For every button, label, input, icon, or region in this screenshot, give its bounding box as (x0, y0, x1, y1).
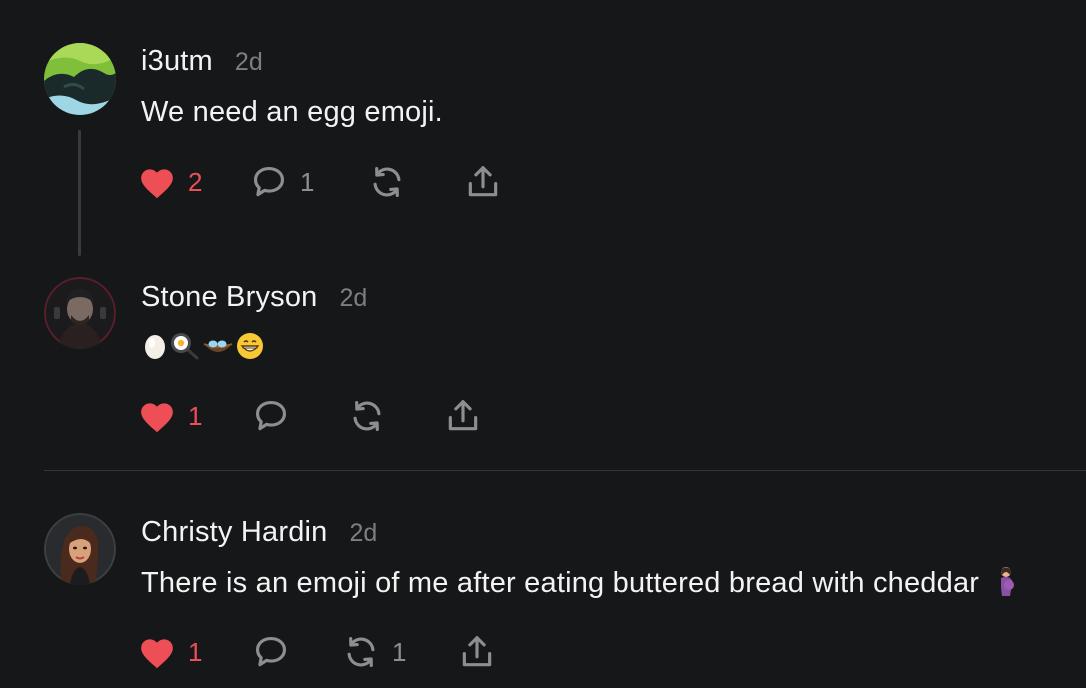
share-upload-icon (458, 633, 496, 671)
reply-button[interactable] (252, 396, 290, 436)
username[interactable]: Christy Hardin (141, 516, 328, 549)
repost-button[interactable] (348, 396, 386, 436)
grinning-face-icon (236, 332, 266, 360)
timestamp: 2d (349, 519, 378, 547)
like-button[interactable]: 2 (138, 162, 202, 202)
heart-filled-icon (138, 634, 176, 670)
post-text-row: There is an emoji of me after eating but… (141, 566, 1017, 606)
post-text: There is an emoji of me after eating but… (141, 567, 980, 599)
avatar[interactable] (44, 277, 116, 349)
post-header: Stone Bryson 2d (141, 281, 367, 314)
thread-connector-line (78, 130, 81, 256)
post-stone-bryson[interactable]: Stone Bryson 2d 1 (0, 260, 1086, 470)
reply-count: 1 (300, 166, 315, 197)
username[interactable]: Stone Bryson (141, 281, 318, 314)
comment-bubble-icon (250, 163, 288, 201)
repost-count: 1 (392, 636, 407, 667)
pregnant-woman-emoji-icon (995, 566, 1017, 606)
repost-button[interactable]: 1 (342, 632, 406, 672)
like-count: 2 (188, 166, 203, 197)
post-text: We need an egg emoji. (141, 96, 443, 128)
timestamp: 2d (234, 48, 263, 76)
repost-arrows-icon (342, 633, 380, 671)
nest-with-eggs-icon (202, 332, 236, 360)
repost-arrows-icon (348, 397, 386, 435)
heart-filled-icon (138, 398, 176, 434)
share-button[interactable] (464, 162, 502, 202)
timestamp: 2d (339, 284, 368, 312)
repost-arrows-icon (368, 163, 406, 201)
frying-pan-with-egg-icon (170, 332, 202, 360)
repost-button[interactable] (368, 162, 406, 202)
username[interactable]: i3utm (141, 45, 213, 78)
post-header: Christy Hardin 2d (141, 516, 377, 549)
egg-emoji-icon (142, 332, 170, 360)
like-count: 1 (188, 636, 203, 667)
reply-button[interactable]: 1 (250, 162, 314, 202)
like-count: 1 (188, 400, 203, 431)
like-button[interactable]: 1 (138, 396, 202, 436)
share-upload-icon (444, 397, 482, 435)
avatar[interactable] (44, 43, 116, 115)
post-christy-hardin[interactable]: Christy Hardin 2d There is an emoji of m… (0, 471, 1086, 688)
heart-filled-icon (138, 164, 176, 200)
like-button[interactable]: 1 (138, 632, 202, 672)
post-header: i3utm 2d (141, 45, 263, 78)
avatar[interactable] (44, 513, 116, 585)
share-button[interactable] (444, 396, 482, 436)
post-i3utm[interactable]: i3utm 2d We need an egg emoji. 2 1 (0, 0, 1086, 260)
share-upload-icon (464, 163, 502, 201)
post-emoji-content (142, 332, 266, 360)
share-button[interactable] (458, 632, 496, 672)
comment-bubble-icon (252, 633, 290, 671)
reply-button[interactable] (252, 632, 290, 672)
comment-bubble-icon (252, 397, 290, 435)
thread-feed: i3utm 2d We need an egg emoji. 2 1 Stone… (0, 0, 1086, 688)
